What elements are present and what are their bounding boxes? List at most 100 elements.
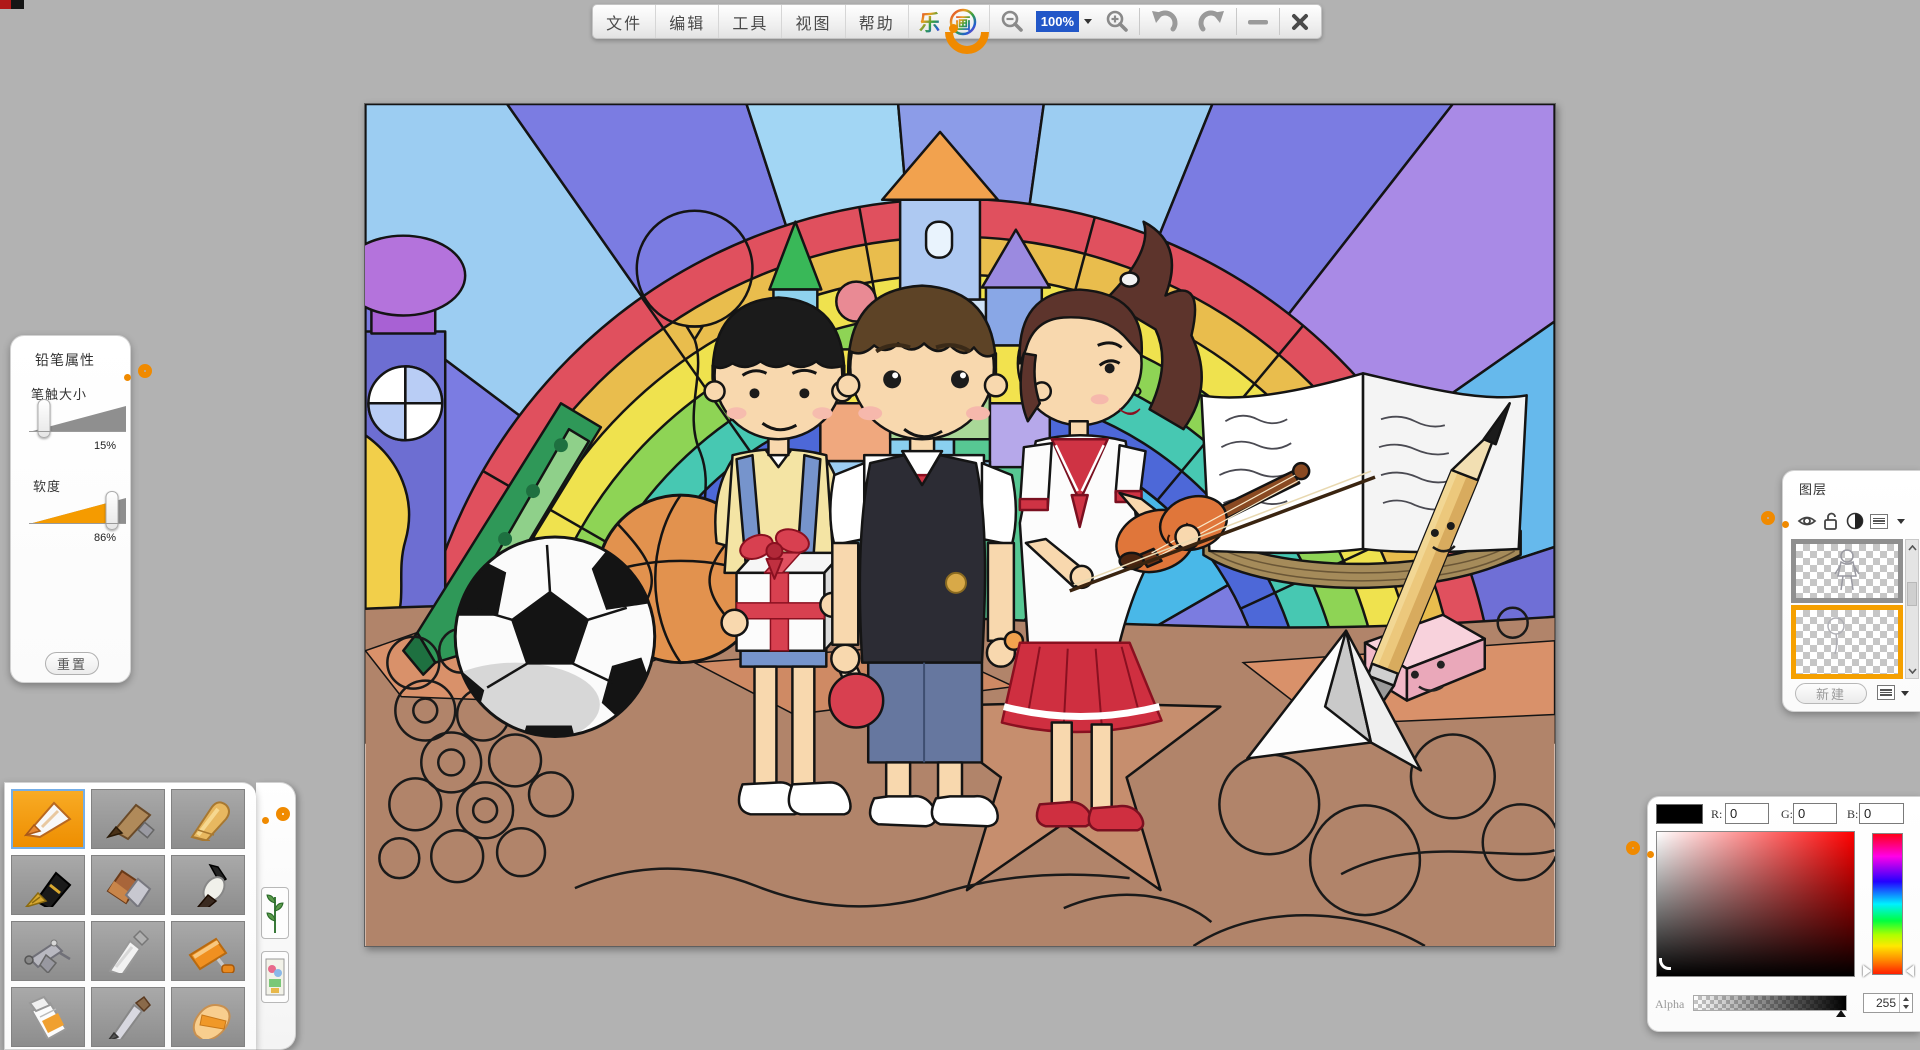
saturation-value-square[interactable] bbox=[1656, 831, 1855, 977]
reset-button[interactable]: 重置 bbox=[45, 652, 99, 675]
ink-brush-icon bbox=[180, 863, 236, 907]
scroll-down-button[interactable] bbox=[1906, 663, 1918, 678]
layers-bottom-menu-button[interactable] bbox=[1877, 685, 1895, 700]
sv-cursor[interactable] bbox=[1659, 958, 1671, 970]
blend-button[interactable] bbox=[1845, 511, 1865, 531]
picture-stamp-button[interactable] bbox=[261, 951, 289, 1003]
tool-paint-tube[interactable] bbox=[11, 987, 85, 1047]
color-picker-panel: R: G: B: Alpha 255 bbox=[1647, 796, 1920, 1032]
color-collapse-handle[interactable] bbox=[1630, 837, 1654, 871]
eraser-icon bbox=[180, 995, 236, 1039]
tool-palette-side-strip bbox=[256, 782, 296, 1050]
panel-collapse-handle[interactable] bbox=[124, 360, 148, 394]
flat-brush-icon bbox=[100, 863, 156, 907]
zoom-out-button[interactable] bbox=[990, 5, 1034, 38]
r-input[interactable] bbox=[1725, 803, 1769, 824]
menu-tools[interactable]: 工具 bbox=[719, 5, 782, 38]
zoom-level-input[interactable]: 100% bbox=[1036, 11, 1079, 32]
pastel-stick-icon bbox=[180, 797, 236, 841]
alpha-value: 255 bbox=[1864, 996, 1899, 1010]
alpha-gradient bbox=[1694, 996, 1846, 1010]
magnifier-plus-icon bbox=[1104, 9, 1130, 35]
hue-strip[interactable] bbox=[1872, 833, 1903, 975]
list-icon bbox=[1870, 514, 1888, 529]
tool-paint-roller[interactable] bbox=[171, 921, 245, 981]
tool-wood-pencil[interactable] bbox=[91, 789, 165, 849]
menu-view[interactable]: 视图 bbox=[782, 5, 845, 38]
minimize-button[interactable] bbox=[1237, 5, 1278, 38]
brush-size-value: 15% bbox=[94, 440, 116, 452]
tool-flat-brush[interactable] bbox=[91, 855, 165, 915]
current-color-swatch bbox=[1656, 804, 1703, 824]
b-label: B: bbox=[1847, 807, 1858, 822]
menu-file[interactable]: 文件 bbox=[593, 5, 656, 38]
g-label: G: bbox=[1781, 807, 1793, 822]
undo-button[interactable] bbox=[1140, 5, 1188, 38]
airbrush-icon bbox=[20, 929, 76, 973]
tool-liner-brush[interactable] bbox=[91, 987, 165, 1047]
wood-pencil-icon bbox=[100, 797, 156, 841]
zoom-dropdown-button[interactable] bbox=[1081, 5, 1095, 38]
redo-button[interactable] bbox=[1188, 5, 1236, 38]
close-icon bbox=[1291, 13, 1309, 31]
tool-pencil[interactable] bbox=[11, 789, 85, 849]
fountain-pen-icon bbox=[20, 863, 76, 907]
layers-panel: 图层 bbox=[1782, 470, 1920, 712]
picture-stamp-icon bbox=[265, 955, 285, 999]
plant-stamp-button[interactable] bbox=[261, 887, 289, 939]
softness-label: 软度 bbox=[33, 476, 61, 495]
chevron-down-icon bbox=[1897, 519, 1905, 524]
eye-icon bbox=[1797, 514, 1817, 528]
liner-brush-icon bbox=[100, 995, 156, 1039]
tool-eraser[interactable] bbox=[171, 987, 245, 1047]
tool-palette-knife[interactable] bbox=[91, 921, 165, 981]
undo-icon bbox=[1149, 8, 1179, 36]
paint-tube-icon bbox=[20, 995, 76, 1039]
b-input[interactable] bbox=[1859, 803, 1904, 824]
layers-collapse-handle[interactable] bbox=[1765, 507, 1789, 541]
spinner-up-icon[interactable] bbox=[1903, 997, 1909, 1001]
tool-fountain-pen[interactable] bbox=[11, 855, 85, 915]
plant-stamp-icon bbox=[265, 891, 285, 935]
layer-item-2[interactable] bbox=[1791, 605, 1903, 679]
mascot-handle[interactable] bbox=[945, 32, 989, 54]
chevron-up-icon bbox=[1908, 545, 1917, 551]
brush-size-handle[interactable] bbox=[37, 399, 50, 438]
alpha-marker[interactable] bbox=[1836, 1010, 1846, 1017]
hue-marker-left[interactable] bbox=[1863, 965, 1871, 977]
menu-edit[interactable]: 编辑 bbox=[656, 5, 719, 38]
layer-menu-caret[interactable] bbox=[1891, 511, 1911, 531]
visibility-button[interactable] bbox=[1797, 511, 1817, 531]
scroll-up-button[interactable] bbox=[1906, 540, 1918, 555]
chevron-down-icon bbox=[1084, 19, 1092, 24]
brush-size-slider[interactable] bbox=[29, 406, 126, 432]
drawing-canvas[interactable] bbox=[364, 103, 1556, 947]
softness-slider[interactable] bbox=[29, 498, 126, 524]
tool-ink-brush[interactable] bbox=[171, 855, 245, 915]
screen-corner-marker bbox=[0, 0, 24, 9]
chevron-down-icon[interactable] bbox=[1901, 691, 1909, 696]
g-input[interactable] bbox=[1793, 803, 1837, 824]
main-toolbar: 文件 编辑 工具 视图 帮助 乐 画 100% bbox=[592, 4, 1322, 39]
scrollbar-thumb[interactable] bbox=[1907, 582, 1917, 606]
spinner-down-icon[interactable] bbox=[1903, 1005, 1909, 1009]
palette-collapse-handle[interactable] bbox=[262, 803, 286, 837]
hue-marker-right[interactable] bbox=[1906, 965, 1914, 977]
menu-help[interactable]: 帮助 bbox=[846, 5, 909, 38]
close-button[interactable] bbox=[1280, 5, 1321, 38]
alpha-slider[interactable] bbox=[1693, 995, 1847, 1011]
panel-title: 铅笔属性 bbox=[35, 350, 95, 370]
alpha-spinner[interactable]: 255 bbox=[1863, 993, 1913, 1013]
zoom-in-button[interactable] bbox=[1095, 5, 1139, 38]
layer-menu-button[interactable] bbox=[1869, 511, 1889, 531]
layer-item-1[interactable] bbox=[1791, 539, 1903, 603]
palette-knife-icon bbox=[100, 929, 156, 973]
pencil-properties-panel: 铅笔属性 笔触大小 15% 软度 86% 重置 bbox=[10, 335, 131, 683]
tool-pastel[interactable] bbox=[171, 789, 245, 849]
tool-airbrush[interactable] bbox=[11, 921, 85, 981]
circle-sketch-thumbnail bbox=[1796, 610, 1898, 674]
layers-scrollbar[interactable] bbox=[1905, 539, 1919, 679]
lock-button[interactable] bbox=[1821, 511, 1841, 531]
softness-handle[interactable] bbox=[106, 491, 119, 530]
new-layer-button[interactable]: 新建 bbox=[1795, 683, 1867, 704]
